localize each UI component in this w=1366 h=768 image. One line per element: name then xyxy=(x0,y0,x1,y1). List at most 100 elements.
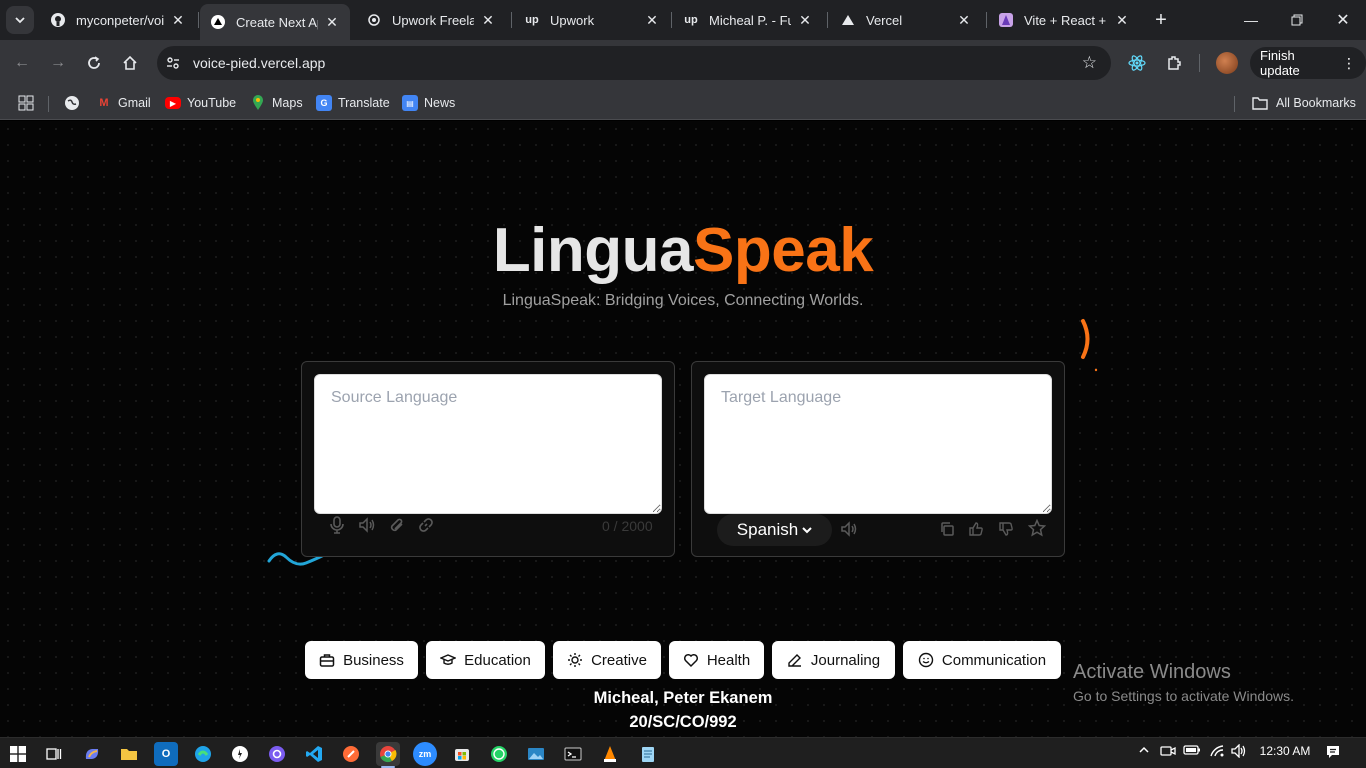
paperclip-icon[interactable] xyxy=(386,514,408,536)
microphone-icon[interactable] xyxy=(326,514,348,536)
bookmark-globe[interactable] xyxy=(64,92,80,114)
restore-button[interactable] xyxy=(1274,0,1320,40)
zoom-taskbar-icon[interactable]: zm xyxy=(413,742,437,766)
profile-avatar[interactable] xyxy=(1216,52,1238,74)
category-label: Education xyxy=(464,651,531,669)
terminal-taskbar-icon[interactable] xyxy=(561,742,585,766)
copilot-taskbar-icon[interactable] xyxy=(80,742,104,766)
finish-update-button[interactable]: Finish update ⋮ xyxy=(1250,47,1366,79)
close-icon[interactable]: ✕ xyxy=(170,12,186,28)
tab-create-next-app[interactable]: Create Next App ✕ xyxy=(200,4,350,40)
category-business-button[interactable]: Business xyxy=(305,641,418,679)
notifications-icon[interactable] xyxy=(1322,744,1344,760)
whatsapp-taskbar-icon[interactable] xyxy=(487,742,511,766)
apps-button[interactable] xyxy=(18,92,34,114)
chevron-down-icon xyxy=(15,17,25,24)
author-id: 20/SC/CO/992 xyxy=(629,713,737,731)
star-icon[interactable] xyxy=(1026,517,1048,539)
wifi-icon[interactable] xyxy=(1207,744,1227,758)
thumbs-down-icon[interactable] xyxy=(995,518,1017,540)
camera-icon[interactable] xyxy=(1159,744,1177,758)
target-language-select[interactable]: Spanish xyxy=(717,514,832,546)
graduation-cap-icon xyxy=(440,654,457,665)
brand-part-lingua: Lingua xyxy=(492,216,694,285)
close-icon: ✕ xyxy=(1336,12,1350,29)
bookmarks-bar: M Gmail ▶ YouTube Maps G Translate ▤ New… xyxy=(0,86,1366,120)
bookmark-maps[interactable]: Maps xyxy=(250,92,303,114)
tab-upwork[interactable]: up Upwork ✕ xyxy=(514,6,670,34)
category-journaling-button[interactable]: Journaling xyxy=(772,641,895,679)
back-button[interactable]: ← xyxy=(8,49,36,77)
bookmark-youtube[interactable]: ▶ YouTube xyxy=(165,92,236,114)
store-taskbar-icon[interactable] xyxy=(450,742,474,766)
tab-vercel[interactable]: Vercel ✕ xyxy=(830,6,982,34)
bookmark-label: Translate xyxy=(338,96,390,110)
home-button[interactable] xyxy=(116,49,144,77)
chevron-up-icon[interactable] xyxy=(1136,744,1152,756)
address-bar[interactable]: voice-pied.vercel.app ☆ xyxy=(157,46,1111,80)
app-taskbar-icon[interactable] xyxy=(228,742,252,766)
minimize-button[interactable]: — xyxy=(1228,0,1274,40)
tab-micheal-profile[interactable]: up Micheal P. - Full ✕ xyxy=(673,6,823,34)
tab-upwork-freelance[interactable]: Upwork Freelanc ✕ xyxy=(356,6,506,34)
new-tab-button[interactable]: + xyxy=(1147,6,1175,34)
bookmark-translate[interactable]: G Translate xyxy=(316,92,390,114)
heart-icon xyxy=(683,653,698,668)
task-view-button[interactable] xyxy=(42,742,66,766)
link-icon[interactable] xyxy=(415,514,437,536)
close-icon[interactable]: ✕ xyxy=(956,12,972,28)
bookmark-gmail[interactable]: M Gmail xyxy=(96,92,150,114)
tab-search-button[interactable] xyxy=(6,6,34,34)
toolbar-divider xyxy=(1199,54,1200,72)
vlc-taskbar-icon[interactable] xyxy=(598,742,622,766)
reload-button[interactable] xyxy=(80,49,108,77)
tagline: LinguaSpeak: Bridging Voices, Connecting… xyxy=(502,292,864,309)
all-bookmarks-button[interactable]: All Bookmarks xyxy=(1252,92,1356,114)
close-icon[interactable]: ✕ xyxy=(644,12,660,28)
start-button[interactable] xyxy=(6,742,30,766)
category-education-button[interactable]: Education xyxy=(426,641,545,679)
close-window-button[interactable]: ✕ xyxy=(1320,0,1366,40)
youtube-icon: ▶ xyxy=(165,97,181,109)
site-settings-icon[interactable] xyxy=(157,55,189,71)
battery-icon[interactable] xyxy=(1182,744,1202,756)
vscode-taskbar-icon[interactable] xyxy=(302,742,326,766)
copy-icon[interactable] xyxy=(936,518,958,540)
browser-toolbar: ← → voice-pied.vercel.app ☆ Finish updat… xyxy=(0,40,1366,86)
extensions-button[interactable] xyxy=(1160,49,1188,77)
photos-taskbar-icon[interactable] xyxy=(524,742,548,766)
category-creative-button[interactable]: Creative xyxy=(553,641,661,679)
close-icon[interactable]: ✕ xyxy=(480,12,496,28)
speaker-icon[interactable] xyxy=(838,518,860,540)
kebab-menu-icon: ⋮ xyxy=(1342,54,1356,71)
volume-icon[interactable] xyxy=(1229,744,1249,758)
windows-logo-icon xyxy=(10,746,26,762)
edge-taskbar-icon[interactable] xyxy=(191,742,215,766)
thumbs-up-icon[interactable] xyxy=(965,518,987,540)
clock-time[interactable]: 12:30 AM xyxy=(1253,744,1317,758)
tab-vite-react[interactable]: Vite + React + T ✕ xyxy=(988,6,1140,34)
finish-update-label: Finish update xyxy=(1260,48,1300,78)
file-explorer-taskbar-icon[interactable] xyxy=(117,742,141,766)
category-health-button[interactable]: Health xyxy=(669,641,764,679)
tab-github[interactable]: myconpeter/voic ✕ xyxy=(40,6,196,34)
notepad-taskbar-icon[interactable] xyxy=(636,742,660,766)
chrome-taskbar-icon[interactable] xyxy=(376,742,400,766)
close-icon[interactable]: ✕ xyxy=(1114,12,1130,28)
close-icon[interactable]: ✕ xyxy=(797,12,813,28)
smile-icon xyxy=(918,652,934,668)
outlook-taskbar-icon[interactable]: O xyxy=(154,742,178,766)
target-panel: Spanish xyxy=(691,361,1065,557)
target-text-output[interactable] xyxy=(704,374,1052,514)
postman-taskbar-icon[interactable] xyxy=(339,742,363,766)
speaker-icon[interactable] xyxy=(356,514,378,536)
react-devtools-extension[interactable] xyxy=(1123,49,1151,77)
close-icon[interactable]: ✕ xyxy=(324,14,340,30)
bookmark-star-icon[interactable]: ☆ xyxy=(1082,53,1097,73)
source-text-input[interactable] xyxy=(314,374,662,514)
category-label: Creative xyxy=(591,651,647,669)
bookmark-news[interactable]: ▤ News xyxy=(402,92,455,114)
category-communication-button[interactable]: Communication xyxy=(903,641,1061,679)
app-taskbar-icon[interactable] xyxy=(265,742,289,766)
forward-button[interactable]: → xyxy=(44,49,72,77)
